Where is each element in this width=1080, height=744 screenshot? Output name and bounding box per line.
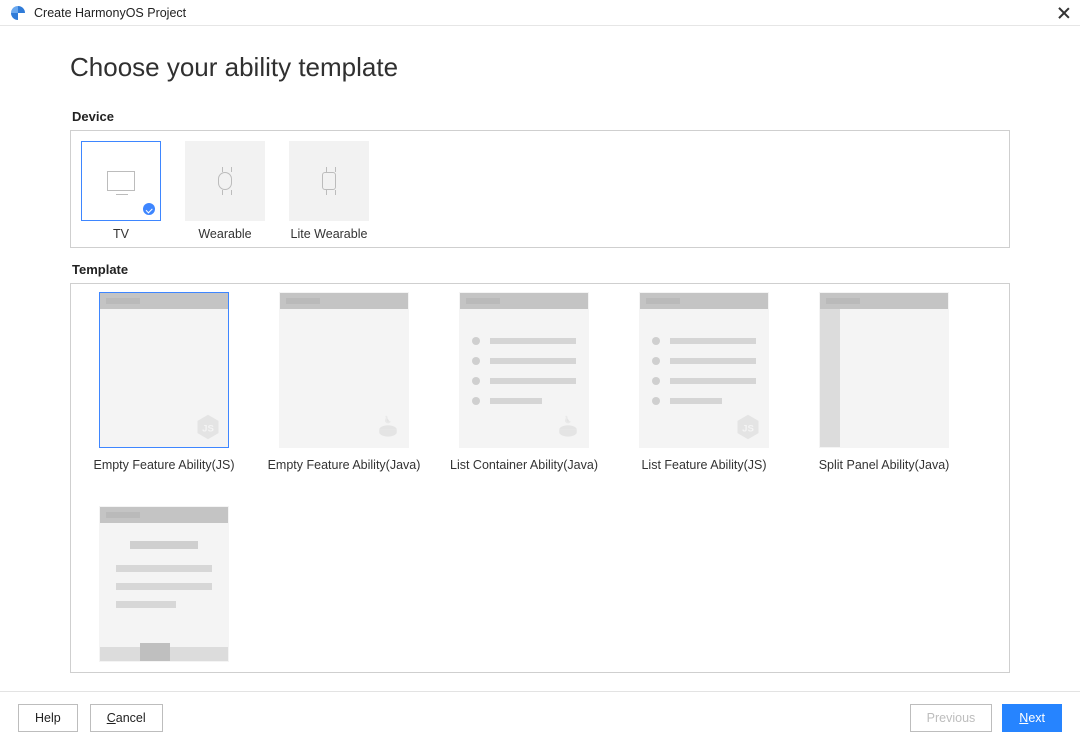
- template-topbar: [280, 293, 408, 309]
- template-tabbar: [100, 647, 228, 661]
- previous-button[interactable]: Previous: [910, 704, 993, 732]
- next-mnemonic: N: [1019, 711, 1028, 725]
- template-list-lines: [472, 325, 576, 417]
- template-label: Tab Feature Ability(JS): [101, 672, 227, 673]
- next-rest: ext: [1028, 711, 1045, 725]
- help-button[interactable]: Help: [18, 704, 78, 732]
- cancel-mnemonic: C: [107, 711, 116, 725]
- js-badge-icon: JS: [194, 413, 222, 441]
- template-card: [99, 506, 229, 662]
- template-label: Split Panel Ability(Java): [819, 458, 950, 472]
- dialog-title: Create HarmonyOS Project: [34, 6, 1058, 20]
- template-card: JS: [99, 292, 229, 448]
- tv-icon: [107, 171, 135, 191]
- device-label: TV: [113, 227, 129, 241]
- template-topbar: [460, 293, 588, 309]
- template-topbar: [640, 293, 768, 309]
- selected-check-icon: [143, 203, 155, 215]
- cancel-button[interactable]: Cancel: [90, 704, 163, 732]
- device-label: Wearable: [198, 227, 251, 241]
- template-card: [819, 292, 949, 448]
- template-card: [459, 292, 589, 448]
- java-badge-icon: [554, 413, 582, 441]
- cancel-rest: ancel: [116, 711, 146, 725]
- device-label: Lite Wearable: [291, 227, 368, 241]
- template-picker: JS Empty Feature Ability(JS) Empty Feature…: [70, 283, 1010, 673]
- device-option[interactable]: TV: [81, 141, 161, 241]
- watch-icon: [218, 172, 232, 190]
- close-icon[interactable]: [1058, 7, 1070, 19]
- dialog-footer: Help Cancel Previous Next: [0, 691, 1080, 744]
- template-option[interactable]: Split Panel Ability(Java): [799, 292, 969, 472]
- template-option[interactable]: Tab Feature Ability(JS): [79, 506, 249, 673]
- template-option[interactable]: JS List Feature Ability(JS): [619, 292, 789, 472]
- harmonyos-logo-icon: [10, 5, 26, 21]
- next-button[interactable]: Next: [1002, 704, 1062, 732]
- svg-text:JS: JS: [202, 423, 214, 434]
- device-section-label: Device: [72, 109, 1010, 124]
- java-badge-icon: [374, 413, 402, 441]
- template-topbar: [100, 293, 228, 309]
- template-option[interactable]: List Container Ability(Java): [439, 292, 609, 472]
- template-label: Empty Feature Ability(Java): [268, 458, 421, 472]
- template-card: [279, 292, 409, 448]
- device-card: [289, 141, 369, 221]
- create-project-dialog: Create HarmonyOS Project Choose your abi…: [0, 0, 1080, 744]
- device-card: [185, 141, 265, 221]
- device-option[interactable]: Wearable: [185, 141, 265, 241]
- template-topbar: [100, 507, 228, 523]
- template-option[interactable]: Empty Feature Ability(Java): [259, 292, 429, 472]
- svg-text:JS: JS: [742, 423, 754, 434]
- template-list-lines: [652, 325, 756, 417]
- js-badge-icon: JS: [734, 413, 762, 441]
- device-card: [81, 141, 161, 221]
- dialog-body: Choose your ability template Device TV We…: [0, 26, 1080, 691]
- template-split-left: [820, 309, 840, 447]
- template-option[interactable]: JS Empty Feature Ability(JS): [79, 292, 249, 472]
- template-card: JS: [639, 292, 769, 448]
- watch-lite-icon: [322, 172, 336, 190]
- template-label: List Container Ability(Java): [450, 458, 598, 472]
- device-picker: TV Wearable Lite Wearable: [70, 130, 1010, 248]
- template-section-label: Template: [72, 262, 1010, 277]
- page-title: Choose your ability template: [70, 52, 1010, 83]
- template-label: Empty Feature Ability(JS): [93, 458, 234, 472]
- template-topbar: [820, 293, 948, 309]
- template-label: List Feature Ability(JS): [641, 458, 766, 472]
- dialog-title-bar: Create HarmonyOS Project: [0, 0, 1080, 26]
- device-option[interactable]: Lite Wearable: [289, 141, 369, 241]
